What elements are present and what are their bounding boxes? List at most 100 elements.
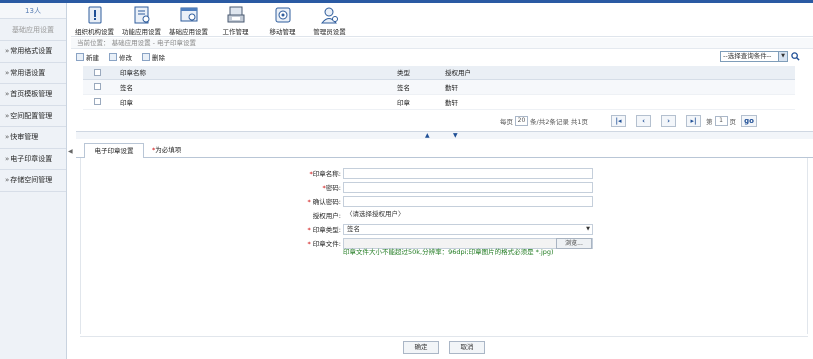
cancel-button[interactable]: 取消 [449,341,485,354]
sidebar-item-label: 常用格式设置 [10,47,53,55]
row-confirm-password: * 确认密码: [81,195,809,207]
last-page-icon: ▸| [690,117,697,125]
go-button[interactable]: go [741,115,758,127]
toolbar-org-settings[interactable]: 组织机构设置 [71,3,118,37]
auth-user-picker[interactable]: 〈请选择授权用户〉 [343,209,593,221]
tab-bar: 电子印章设置 *为必填项 [76,140,813,158]
column-header-name: 印章名称 [120,66,397,80]
sidebar-item-homepage-template[interactable]: »首页模板管理 [0,84,66,106]
cell-type: 印章 [397,94,445,110]
auth-user-label: 授权用户: [312,212,341,220]
query-condition-select[interactable]: --选择查询条件-- ▼ [720,51,788,62]
sidebar-item-label: 常用语设置 [10,68,46,77]
base-icon [179,6,199,24]
chevron-down-icon: ▼ [778,52,787,61]
sidebar-item-quick-review[interactable]: »快审管理 [0,127,66,149]
pager: 每页 20 条/共2条记录 共1页 |◂ ‹ › ▸| 第 1 页 go [500,114,808,128]
toolbar-label: 移动管理 [269,28,296,36]
seal-name-input[interactable] [343,167,593,179]
toolbar-base-settings[interactable]: 基础应用设置 [165,3,212,37]
prev-page-button[interactable]: ‹ [636,115,652,127]
sidebar-item-label: 首页模板管理 [10,90,53,98]
page-suffix: 页 [729,118,737,126]
new-label: 新建 [86,54,99,62]
new-icon [76,53,84,61]
pane-splitter[interactable]: ▲ ▼ [76,131,813,139]
sidebar-item-label: 空间配置管理 [10,111,53,120]
mobile-icon [273,6,293,24]
row-checkbox[interactable] [94,83,101,90]
column-header-user: 授权用户 [445,66,795,80]
table-row[interactable]: 印章 印章 勤轩 [83,94,795,110]
confirm-password-input[interactable] [343,195,593,207]
toolbar-label: 基础应用设置 [169,28,208,36]
chevron-down-icon: ▼ [586,225,590,232]
cell-name: 印章 [120,94,397,110]
collapse-up-icon[interactable]: ▲ [425,132,430,139]
sidebar-item-space-config[interactable]: »空间配置管理 [0,106,66,127]
toolbar-admin-settings[interactable]: 管理员设置 [306,3,353,37]
toolbar-label: 功能应用设置 [122,28,161,36]
per-page-input[interactable]: 20 [515,116,528,126]
toolbar-work-management[interactable]: 工作管理 [212,3,259,37]
cell-type: 签名 [397,79,445,95]
search-icon[interactable] [791,52,800,61]
confirm-password-label: 确认密码: [312,198,341,206]
sidebar-subtitle: 基础应用设置 [0,19,66,41]
sidebar-item-storage[interactable]: »存储空间管理 [0,170,66,192]
row-seal-type: * 印章类型: 签名 ▼ [81,223,809,235]
org-icon [85,6,105,24]
expand-down-icon[interactable]: ▼ [453,132,458,139]
work-icon [226,6,246,24]
select-all-checkbox[interactable] [94,68,101,76]
seal-file-label: 印章文件: [312,240,341,248]
next-page-button[interactable]: › [661,115,677,127]
table-row[interactable]: 签名 签名 勤轩 [83,79,795,95]
main-toolbar: 组织机构设置 功能应用设置 基础应用设置 工作管理 移动管理 管理员设置 [71,3,813,37]
new-button[interactable]: 新建 [76,52,99,62]
seal-type-select[interactable]: 签名 ▼ [343,223,593,235]
first-page-button[interactable]: |◂ [611,115,627,127]
form-footer: 确定 取消 [80,336,808,358]
page-number-input[interactable]: 1 [714,116,728,126]
row-auth-user: 授权用户: 〈请选择授权用户〉 [81,209,809,221]
toolbar-label: 工作管理 [222,28,249,36]
edit-label: 修改 [119,54,132,62]
required-note: *为必填项 [152,146,182,154]
pager-summary: 条/共2条记录 共1页 [530,118,589,126]
admin-icon [320,6,340,24]
sidebar-item-format[interactable]: »常用格式设置 [0,41,66,63]
next-page-icon: › [667,117,670,125]
sidebar-item-label: 快审管理 [10,133,39,141]
sidebar-item-phrases[interactable]: »常用语设置 [0,63,66,84]
per-page-prefix: 每页 [500,118,513,126]
row-seal-name: *印章名称: [81,167,809,179]
column-header-type: 类型 [397,66,445,80]
sidebar: 13人 基础应用设置 »常用格式设置 »常用语设置 »首页模板管理 »空间配置管… [0,3,67,359]
toolbar-label: 组织机构设置 [75,28,114,36]
delete-button[interactable]: 删除 [142,52,165,62]
toolbar-mobile-management[interactable]: 移动管理 [259,3,306,37]
row-checkbox[interactable] [94,98,101,105]
tab-seal-settings[interactable]: 电子印章设置 [84,143,144,158]
sidebar-item-seal-settings[interactable]: »电子印章设置 [0,149,66,170]
cell-name: 签名 [120,79,397,95]
seal-type-label: 印章类型: [312,226,341,234]
cell-user: 勤轩 [445,79,795,95]
password-input[interactable] [343,181,593,193]
table-header-row: 印章名称 类型 授权用户 [83,66,795,80]
sidebar-item-label: 电子印章设置 [10,154,53,163]
first-page-icon: |◂ [615,117,622,125]
sidebar-user-count: 13人 [0,3,66,19]
browse-button[interactable]: 浏览... [556,237,592,249]
edit-button[interactable]: 修改 [109,52,132,62]
ok-button[interactable]: 确定 [403,341,439,354]
collapse-sidebar-icon[interactable]: ◀ [68,148,73,155]
edit-icon [109,53,117,61]
toolbar-function-settings[interactable]: 功能应用设置 [118,3,165,37]
breadcrumb: 当前位置： 基础应用设置 - 电子印章设置 [71,38,813,49]
seal-type-value: 签名 [347,224,360,233]
password-label: 密码: [325,184,341,192]
sidebar-item-label: 存储空间管理 [10,176,53,184]
last-page-button[interactable]: ▸| [686,115,702,127]
